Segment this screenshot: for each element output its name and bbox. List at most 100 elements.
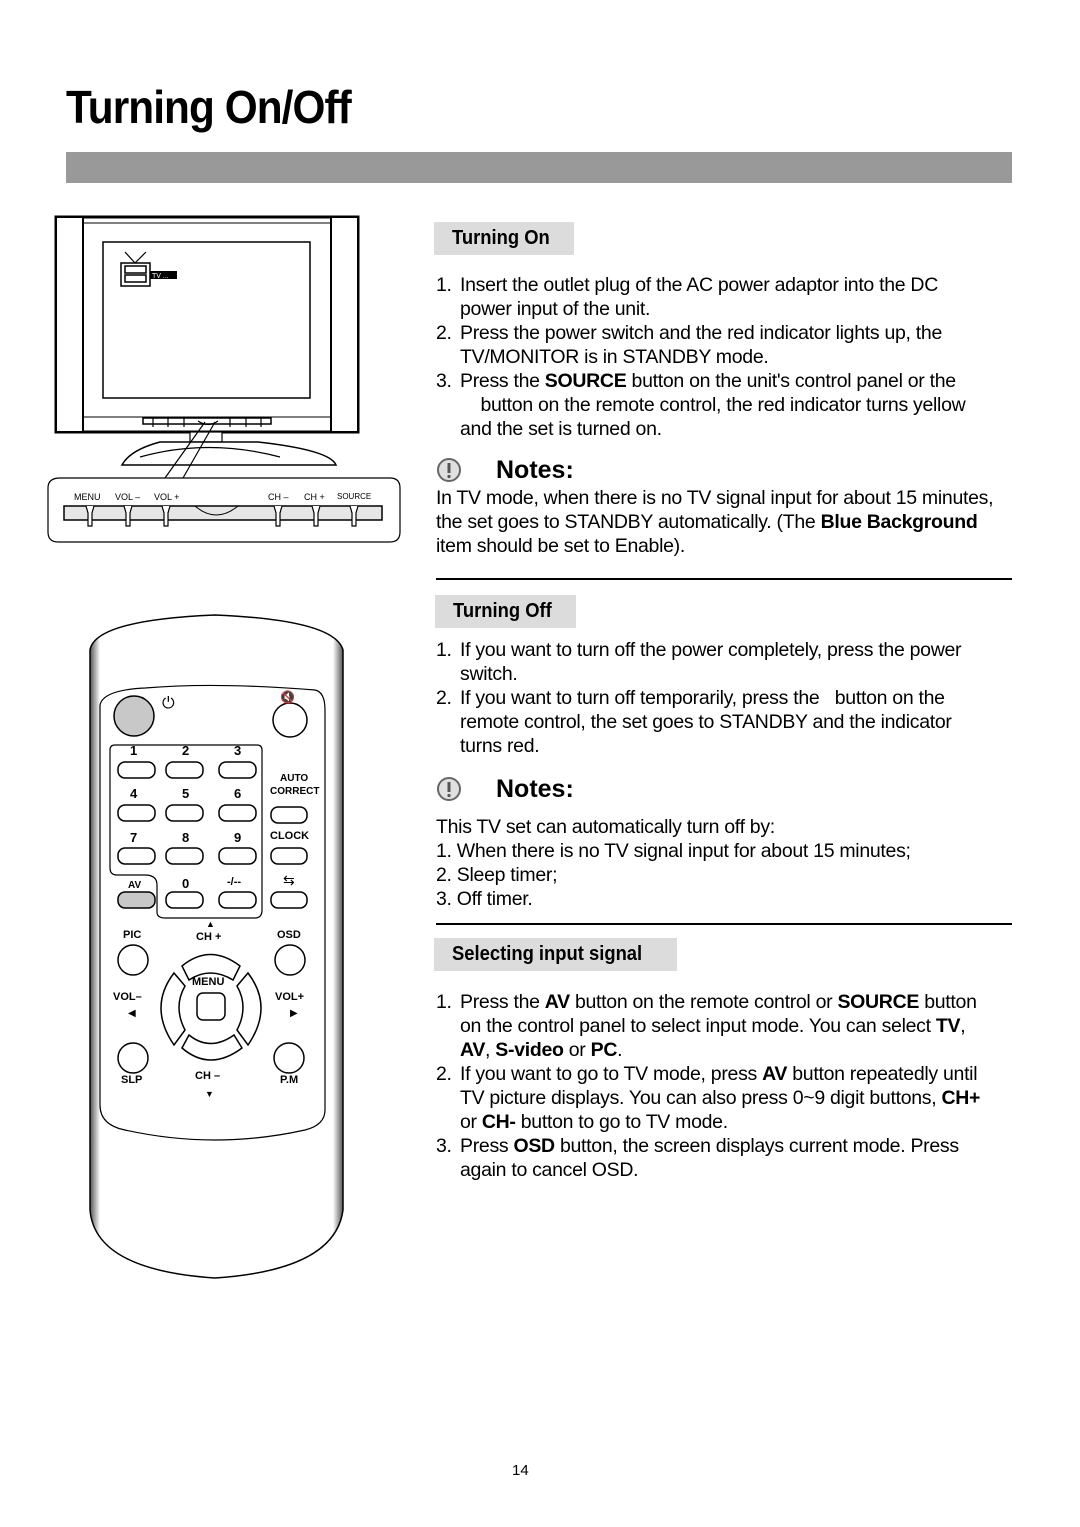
digit-label-9: 9 xyxy=(234,830,242,845)
page-number: 14 xyxy=(512,1462,529,1479)
digit-label-6: 6 xyxy=(234,786,242,801)
up-arrow-icon: ▲ xyxy=(206,919,215,929)
slp-button xyxy=(117,1042,149,1074)
panel-label-ch-plus: CH + xyxy=(304,492,325,502)
text-run: or xyxy=(460,1111,482,1133)
step-item: 2. If you want to go to TV mode, press AV… xyxy=(436,1062,996,1134)
digit-label-2: 2 xyxy=(182,743,190,758)
bold-term: SOURCE xyxy=(544,370,627,392)
bold-term: CH+ xyxy=(941,1087,981,1109)
turning-on-steps: 1. Insert the outlet plug of the AC power… xyxy=(436,273,976,441)
mute-button xyxy=(272,702,308,738)
digit-label-3: 3 xyxy=(234,743,242,758)
notes-2-item: 3. Off timer. xyxy=(436,888,533,910)
step-number: 1. xyxy=(436,274,452,296)
step-item: 1. If you want to turn off the power comp… xyxy=(436,638,976,686)
left-arrow-icon: ◀ xyxy=(128,1008,136,1019)
title-divider-bar xyxy=(66,152,1012,183)
slp-label: SLP xyxy=(121,1074,143,1086)
bold-term: SOURCE xyxy=(837,991,920,1013)
digit-label-8: 8 xyxy=(182,830,190,845)
control-panel-callout xyxy=(47,477,401,543)
step-number: 3. xyxy=(436,370,452,392)
remote-control-diagram xyxy=(89,614,344,1279)
turning-off-steps: 1. If you want to turn off the power comp… xyxy=(436,638,976,758)
step-number: 1. xyxy=(436,991,452,1013)
panel-label-menu: MENU xyxy=(74,492,101,502)
panel-label-vol-minus: VOL – xyxy=(115,492,141,502)
dash-label: -/-- xyxy=(227,876,242,888)
bold-term: PC xyxy=(590,1039,618,1061)
power-button xyxy=(113,695,155,737)
text-run: item should be set to Enable). xyxy=(436,535,685,557)
right-arrow-icon: ▶ xyxy=(290,1008,298,1019)
bold-term: Blue Background xyxy=(820,511,978,533)
bold-term: S-video xyxy=(495,1039,564,1061)
text-run: , xyxy=(960,1015,966,1037)
notes-1-text: In TV mode, when there is no TV signal i… xyxy=(436,486,996,558)
pic-button xyxy=(117,944,149,976)
notes-alert-icon xyxy=(437,458,461,482)
step-number: 2. xyxy=(436,687,452,709)
step-number: 2. xyxy=(436,1063,452,1085)
selecting-input-heading: Selecting input signal xyxy=(434,938,677,971)
text-run: Press the power switch and the red indic… xyxy=(460,322,942,368)
turning-on-heading: Turning On xyxy=(434,222,575,255)
text-run: If you want to go to TV mode, press xyxy=(460,1063,763,1085)
step-item: 3. Press the SOURCE button on the unit's … xyxy=(436,369,976,441)
step-item: 1. Press the AV button on the remote cont… xyxy=(436,990,996,1062)
osd-text: TV ... xyxy=(152,273,169,280)
text-run: button on the remote control or xyxy=(569,991,838,1013)
notes-2-item: 1. When there is no TV signal input for … xyxy=(436,840,911,862)
bold-term: AV xyxy=(762,1063,788,1085)
step-number: 1. xyxy=(436,639,452,661)
notes-alert-icon xyxy=(437,777,461,801)
pm-button xyxy=(273,1042,305,1074)
digit-label-1: 1 xyxy=(130,743,138,758)
pm-label: P.M xyxy=(280,1074,299,1086)
panel-label-source: SOURCE xyxy=(337,492,372,501)
text-run: If you want to turn off the power comple… xyxy=(460,639,962,685)
bold-term: AV xyxy=(460,1039,486,1061)
step-item: 2. Press the power switch and the red ind… xyxy=(436,321,976,369)
ch-plus-label: CH + xyxy=(196,931,222,943)
notes-2-body: This TV set can automatically turn off b… xyxy=(436,815,1006,911)
bold-term: OSD xyxy=(513,1135,555,1157)
section-divider xyxy=(436,578,1012,580)
notes-2-intro: This TV set can automatically turn off b… xyxy=(436,816,775,838)
av-label: AV xyxy=(128,880,142,891)
osd-button xyxy=(274,944,306,976)
step-number: 3. xyxy=(436,1135,452,1157)
vol-plus-label: VOL+ xyxy=(275,991,305,1003)
section-divider xyxy=(436,923,1012,925)
page-title: Turning On/Off xyxy=(66,81,352,133)
text-run: , xyxy=(485,1039,496,1061)
digit-label-7: 7 xyxy=(130,830,138,845)
selecting-input-steps: 1. Press the AV button on the remote cont… xyxy=(436,990,996,1182)
panel-label-vol-plus: VOL + xyxy=(154,492,180,502)
auto-label: AUTO xyxy=(280,773,309,784)
vol-minus-label: VOL– xyxy=(113,991,142,1003)
bold-term: CH- xyxy=(481,1111,516,1133)
down-arrow-icon: ▼ xyxy=(205,1089,214,1099)
step-item: 2. If you want to turn off temporarily, p… xyxy=(436,686,976,758)
text-run: Insert the outlet plug of the AC power a… xyxy=(460,274,938,320)
menu-label: MENU xyxy=(192,976,225,988)
text-run: If you want to turn off temporarily, pre… xyxy=(460,687,952,757)
recall-icon: ⇆ xyxy=(283,872,295,888)
mute-symbol-icon: 🔇 xyxy=(280,690,295,704)
osd-label: OSD xyxy=(277,929,301,941)
turning-off-heading: Turning Off xyxy=(435,595,577,628)
notes-1-heading: Notes: xyxy=(436,453,574,487)
ch-minus-label: CH – xyxy=(195,1070,221,1082)
clock-label: CLOCK xyxy=(270,830,310,842)
step-item: 1. Insert the outlet plug of the AC power… xyxy=(436,273,976,321)
pic-label: PIC xyxy=(123,929,142,941)
step-item: 3. Press OSD button, the screen displays … xyxy=(436,1134,996,1182)
correct-label: CORRECT xyxy=(270,786,320,797)
section-turning-off: Turning Off xyxy=(435,595,577,628)
notes-2-heading: Notes: xyxy=(436,772,574,806)
text-run: Press xyxy=(460,1135,514,1157)
digit-label-4: 4 xyxy=(130,786,138,801)
bold-term: AV xyxy=(544,991,570,1013)
